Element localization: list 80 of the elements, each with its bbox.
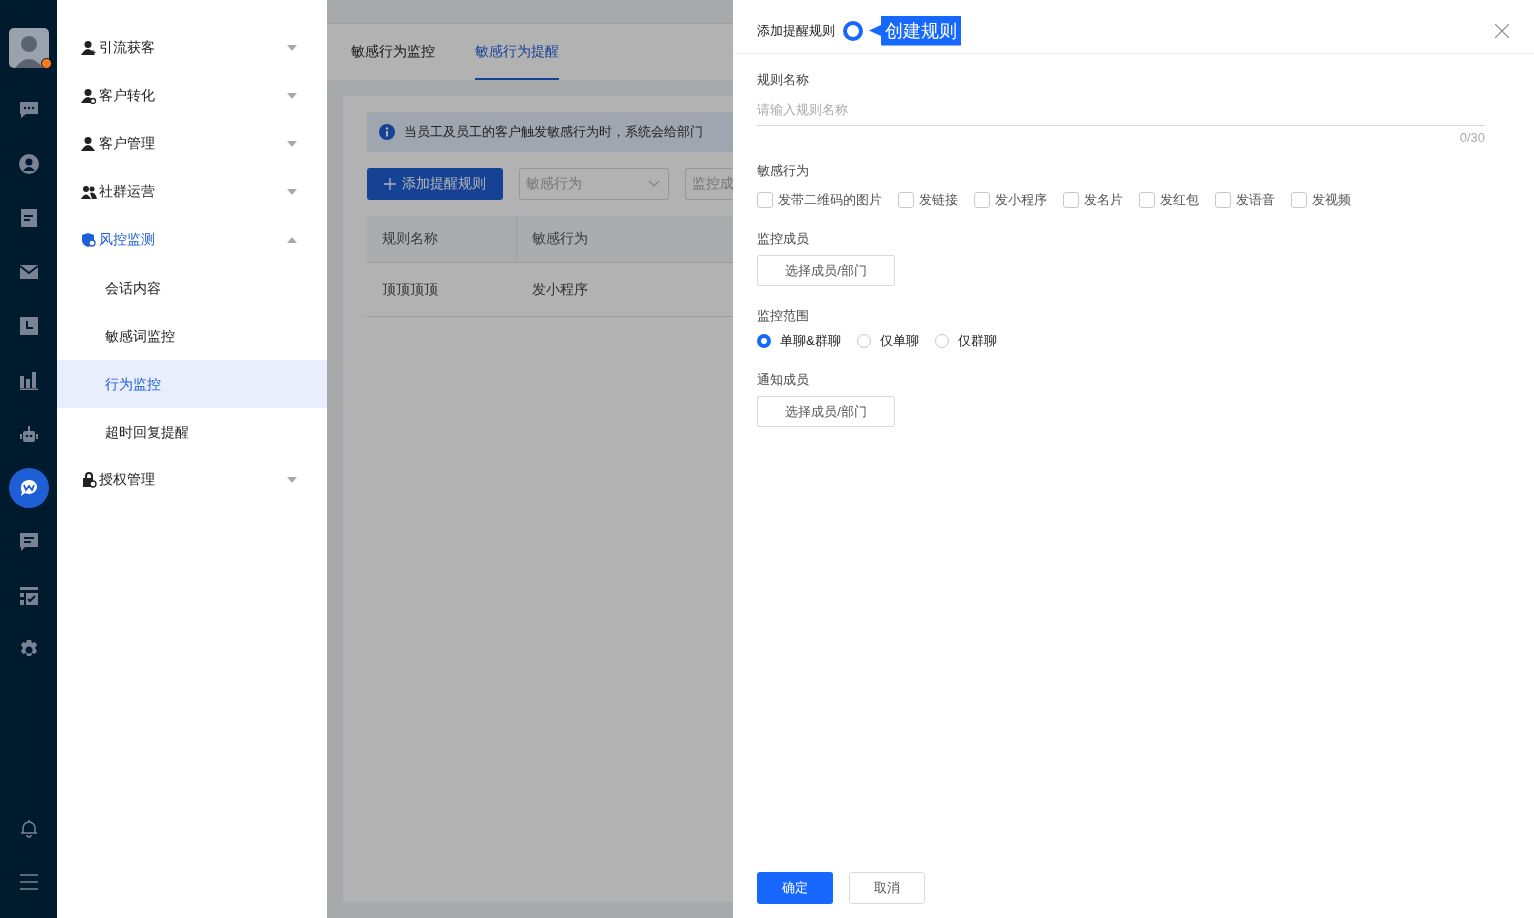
avatar[interactable] xyxy=(8,28,49,68)
checkbox[interactable] xyxy=(757,192,773,208)
character-counter: 0/30 xyxy=(1459,130,1485,145)
field-label: 通知成员 xyxy=(757,371,809,389)
tab[interactable]: 敏感行为提醒 xyxy=(475,24,559,80)
checkbox-option[interactable]: 发带二维码的图片 xyxy=(757,191,882,209)
menu-item[interactable]: 会话内容 xyxy=(57,264,327,312)
person-icon xyxy=(81,136,97,152)
info-icon xyxy=(379,124,395,140)
caret-icon xyxy=(287,141,297,147)
menu-item[interactable]: 敏感词监控 xyxy=(57,312,327,360)
people-icon xyxy=(81,184,97,200)
contact-icon xyxy=(18,154,39,174)
menu-group[interactable]: 客户转化 xyxy=(57,72,327,120)
checkbox-option[interactable]: 发小程序 xyxy=(974,191,1047,209)
rail-item[interactable] xyxy=(8,468,49,508)
field-label: 监控成员 xyxy=(757,230,809,248)
confirm-button[interactable]: 确定 xyxy=(757,872,833,904)
radio-option[interactable]: 仅群聊 xyxy=(934,332,997,350)
chat-icon xyxy=(18,100,39,120)
checkbox-option[interactable]: 发名片 xyxy=(1063,191,1123,209)
menu-group[interactable]: 客户管理 xyxy=(57,120,327,168)
person-icon xyxy=(81,88,97,104)
select-members-button[interactable]: 选择成员/部门 xyxy=(757,255,895,286)
user-avatar-icon xyxy=(8,28,49,68)
select-members-button[interactable]: 选择成员/部门 xyxy=(757,396,895,427)
menu-group[interactable]: 授权管理 xyxy=(57,456,327,504)
clock-icon xyxy=(18,316,39,336)
column-header: 敏感行为 xyxy=(531,229,589,248)
caret-icon xyxy=(287,237,297,243)
field-label: 敏感行为 xyxy=(757,162,809,180)
mail-icon xyxy=(18,262,39,282)
checkbox-option[interactable]: 发视频 xyxy=(1291,191,1351,209)
lock-icon xyxy=(81,472,97,488)
caret-icon xyxy=(287,477,297,483)
bell-icon[interactable] xyxy=(18,818,39,838)
chart-icon xyxy=(18,370,39,390)
person-icon xyxy=(81,40,97,56)
tab[interactable]: 敏感行为监控 xyxy=(351,24,435,80)
clipboard-icon xyxy=(18,208,39,228)
close-icon[interactable] xyxy=(1495,23,1509,38)
caret-icon xyxy=(287,189,297,195)
checkbox-option[interactable]: 发链接 xyxy=(898,191,958,209)
table-icon xyxy=(18,586,39,606)
caret-icon xyxy=(287,93,297,99)
checkbox[interactable] xyxy=(1215,192,1231,208)
notice-text: 当员工及员工的客户触发敏感行为时，系统会给部门 xyxy=(404,123,703,141)
column-header: 规则名称 xyxy=(367,216,517,262)
add-rule-button[interactable]: 添加提醒规则 xyxy=(367,168,503,200)
radio-button[interactable] xyxy=(757,334,771,348)
table-cell-text: 发小程序 xyxy=(531,279,589,299)
menu-item[interactable]: 行为监控 xyxy=(57,360,327,408)
menu-item[interactable]: 超时回复提醒 xyxy=(57,408,327,456)
message-icon xyxy=(18,532,39,552)
shield-icon xyxy=(81,232,97,248)
checkbox-option[interactable]: 发语音 xyxy=(1215,191,1275,209)
menu-group[interactable]: 引流获客 xyxy=(57,24,327,72)
plus-icon xyxy=(384,178,396,190)
checkbox[interactable] xyxy=(898,192,914,208)
radio-option[interactable]: 仅单聊 xyxy=(856,332,919,350)
checkbox-option[interactable]: 发红包 xyxy=(1139,191,1199,209)
checkbox[interactable] xyxy=(974,192,990,208)
table-cell-text: 顶顶顶顶 xyxy=(381,279,439,299)
cancel-button[interactable]: 取消 xyxy=(849,872,925,904)
status-dot xyxy=(40,58,52,69)
annotation-callout: 创建规则 xyxy=(869,15,961,46)
drawer-title: 添加提醒规则 xyxy=(757,21,835,40)
chevron-down-icon xyxy=(648,180,660,188)
checkbox[interactable] xyxy=(1291,192,1307,208)
field-label: 监控范围 xyxy=(757,307,809,325)
menu-icon[interactable] xyxy=(18,872,39,892)
annotation-marker xyxy=(843,20,863,41)
menu-group[interactable]: 社群运营 xyxy=(57,168,327,216)
caret-icon xyxy=(287,45,297,51)
checkbox[interactable] xyxy=(1139,192,1155,208)
checkbox[interactable] xyxy=(1063,192,1079,208)
radio-option[interactable]: 单聊&群聊 xyxy=(757,332,841,350)
field-label: 规则名称 xyxy=(757,71,809,89)
robot-icon xyxy=(18,424,39,444)
menu-group[interactable]: 风控监测 xyxy=(57,216,327,264)
